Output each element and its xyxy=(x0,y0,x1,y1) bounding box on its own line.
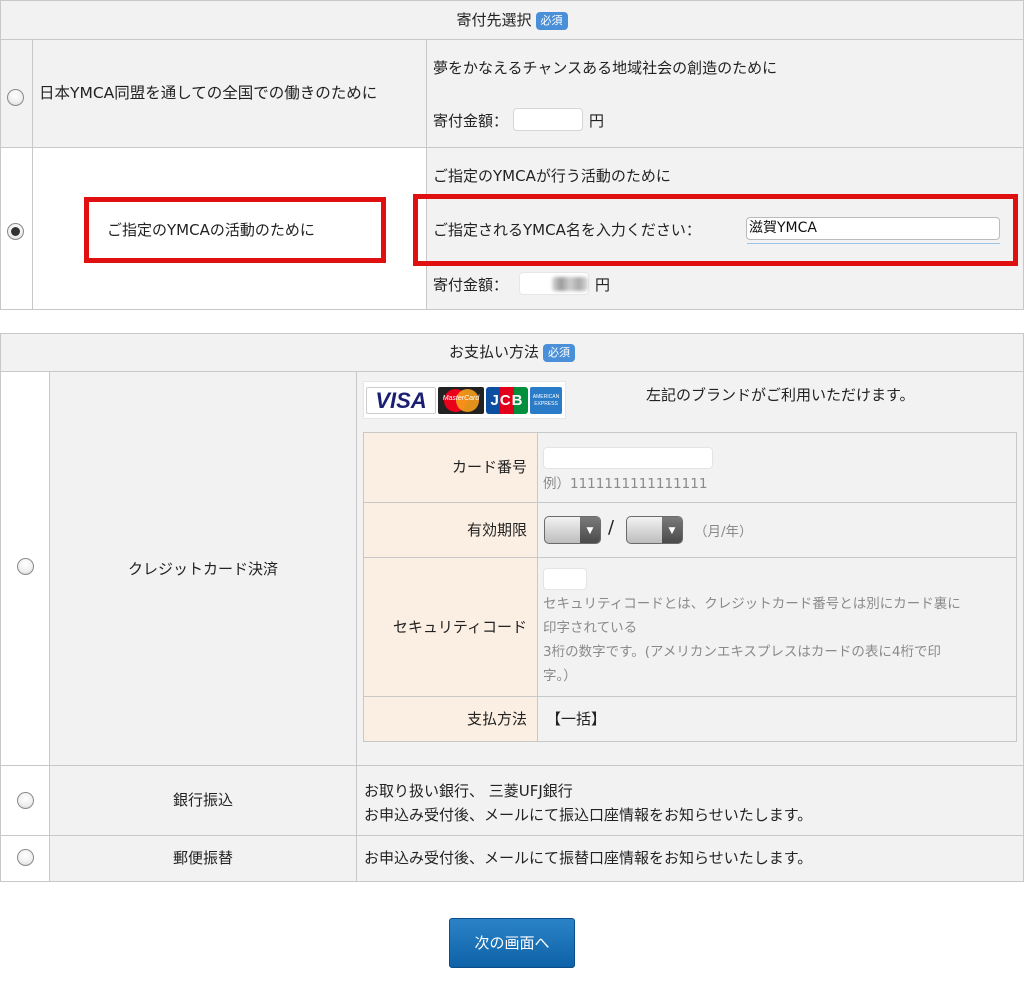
donation-option-1-label: 日本YMCA同盟を通しての全国での働きのために xyxy=(39,84,378,102)
amount-blurred-value xyxy=(552,277,588,291)
donation-option-1-amount-unit: 円 xyxy=(589,112,605,130)
bank-detail-cell: お取り扱い銀行、 三菱UFJ銀行 お申込み受付後、メールにて振込口座情報をお知ら… xyxy=(356,765,1024,836)
postal-detail-cell: お申込み受付後、メールにて振替口座情報をお知らせいたします。 xyxy=(356,835,1024,882)
donation-option-2-amount-unit: 円 xyxy=(595,276,611,294)
expiry-hint: （月/年） xyxy=(694,524,753,540)
donation-option-2-radio[interactable] xyxy=(7,223,24,240)
bank-label-cell: 銀行振込 xyxy=(49,765,357,836)
expiry-separator: / xyxy=(608,517,615,538)
card-number-label-cell: カード番号 xyxy=(363,432,538,503)
expiry-month-select[interactable]: ▼ xyxy=(544,516,601,544)
payment-header: お支払い方法 必須 xyxy=(0,333,1024,372)
cvc-help-line: 字。） xyxy=(543,668,577,684)
donation-option-2-amount-label: 寄付金額： xyxy=(433,276,509,294)
postal-info-line: お申込み受付後、メールにて振替口座情報をお知らせいたします。 xyxy=(364,849,813,867)
cvc-help-line: 3桁の数字です。(アメリカンエキスプレスはカードの表に4桁で印 xyxy=(543,644,942,660)
donation-header-title: 寄付先選択 xyxy=(456,11,532,29)
postal-label: 郵便振替 xyxy=(172,849,233,867)
postal-label-cell: 郵便振替 xyxy=(49,835,357,882)
bank-info-line: お取り扱い銀行、 三菱UFJ銀行 xyxy=(364,782,573,800)
expiry-year-select[interactable]: ▼ xyxy=(626,516,683,544)
donation-option-1-description: 夢をかなえるチャンスある地域社会の創造のために xyxy=(433,59,778,77)
cvc-input[interactable] xyxy=(543,568,587,590)
donation-option-1-label-cell: 日本YMCA同盟を通しての全国での働きのために xyxy=(32,39,427,148)
bank-radio[interactable] xyxy=(17,792,34,809)
credit-radio[interactable] xyxy=(17,558,34,575)
cvc-label: セキュリティコード xyxy=(392,618,527,636)
card-number-input[interactable] xyxy=(543,447,713,469)
bank-info-line: お申込み受付後、メールにて振込口座情報をお知らせいたします。 xyxy=(364,806,813,824)
amex-logo: AMERICAN EXPRESS xyxy=(530,387,562,414)
pay-method-label-cell: 支払方法 xyxy=(363,696,538,742)
expiry-label: 有効期限 xyxy=(466,521,527,539)
donation-option-1-detail-cell xyxy=(426,39,1024,148)
cvc-help-text: セキュリティコードとは、クレジットカード番号とは別にカード裏に 印字されている … xyxy=(543,592,1013,688)
chevron-down-icon: ▼ xyxy=(580,517,600,543)
required-badge: 必須 xyxy=(535,11,568,30)
card-number-label: カード番号 xyxy=(451,458,527,476)
cvc-label-cell: セキュリティコード xyxy=(363,557,538,697)
credit-label: クレジットカード決済 xyxy=(127,560,278,578)
pay-method-label: 支払方法 xyxy=(466,710,527,728)
cvc-help-line: セキュリティコードとは、クレジットカード番号とは別にカード裏に xyxy=(543,596,961,612)
visa-logo: VISA xyxy=(366,387,436,414)
mastercard-logo: MasterCard xyxy=(438,387,484,414)
donation-option-2-description: ご指定のYMCAが行う活動のために xyxy=(433,167,671,185)
chevron-down-icon: ▼ xyxy=(662,517,682,543)
postal-radio[interactable] xyxy=(17,849,34,866)
card-number-example: 例）1111111111111111 xyxy=(543,476,708,492)
donation-header: 寄付先選択 必須 xyxy=(0,0,1024,40)
highlight-box-option-label xyxy=(84,197,386,263)
required-badge: 必須 xyxy=(543,343,575,362)
highlight-box-ymca-name xyxy=(413,194,1018,266)
donation-option-1-amount-label: 寄付金額： xyxy=(433,112,509,130)
card-brand-logos: VISA MasterCard JCB AMERICAN EXPRESS xyxy=(363,381,566,419)
donation-option-1-amount-input[interactable] xyxy=(513,108,583,131)
donation-option-1-radio[interactable] xyxy=(7,89,24,106)
bank-label: 銀行振込 xyxy=(172,791,233,809)
brands-note: 左記のブランドがご利用いただけます。 xyxy=(646,386,915,404)
jcb-logo: JCB xyxy=(486,387,528,414)
cvc-help-line: 印字されている xyxy=(543,620,638,636)
payment-header-title: お支払い方法 xyxy=(448,343,539,361)
next-screen-button[interactable]: 次の画面へ xyxy=(449,918,575,968)
pay-method-value-cell: 【一括】 xyxy=(537,696,1017,742)
expiry-label-cell: 有効期限 xyxy=(363,502,538,558)
pay-method-value: 【一括】 xyxy=(546,710,607,728)
